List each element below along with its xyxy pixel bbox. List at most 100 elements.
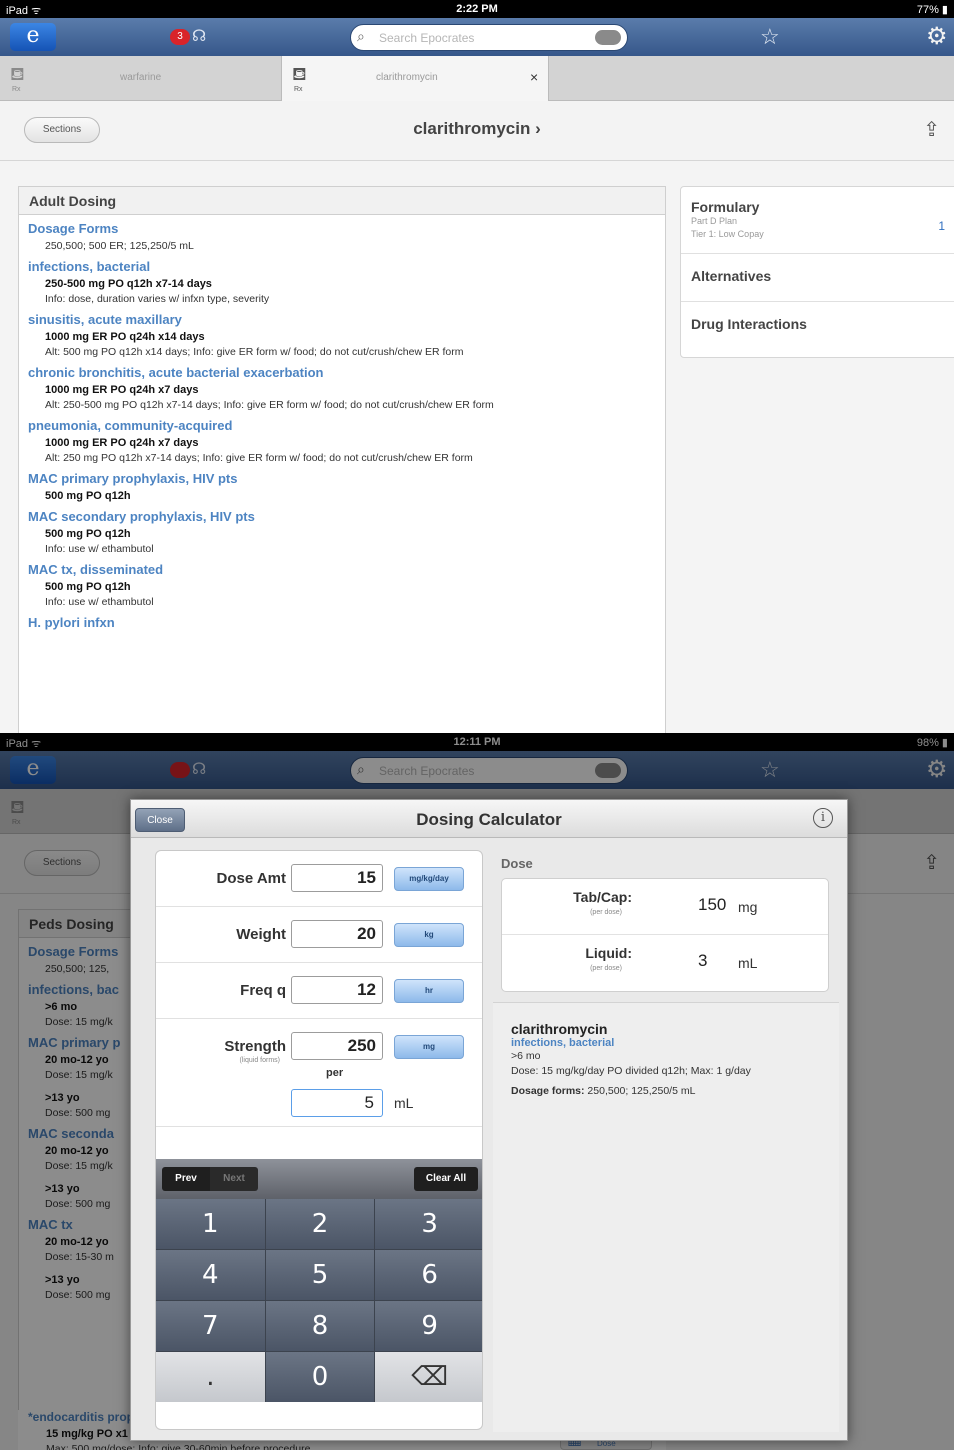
dosing-list: Dosage Forms 250,500; 500 ER; 125,250/5 … <box>19 215 665 641</box>
key-7[interactable]: 7 <box>156 1301 265 1351</box>
strength-unit-button[interactable]: mg <box>394 1035 464 1059</box>
pill-bottle-icon: ⛾ <box>292 64 307 84</box>
summary-drug-name: clarithromycin <box>511 1021 608 1037</box>
formulary-row[interactable]: Formulary Part D Plan Tier 1: Low Copay … <box>681 187 954 254</box>
key-decimal[interactable]: . <box>156 1352 265 1402</box>
indication-heading[interactable]: Dosage Forms <box>28 221 656 236</box>
share-icon[interactable]: ⇪ <box>923 117 940 142</box>
adult-dosing-panel: Adult Dosing Dosage Forms 250,500; 500 E… <box>18 186 666 733</box>
indication-heading[interactable]: H. pylori infxn <box>28 615 656 630</box>
dose-info: Alt: 250 mg PO q12h x7-14 days; Info: gi… <box>45 452 473 464</box>
dose-amount-row: Dose Amt 15 mg/kg/day <box>156 851 482 907</box>
close-tab-icon[interactable]: × <box>530 69 538 85</box>
formulary-tier: Tier 1: Low Copay <box>691 229 764 239</box>
dose-unit-button[interactable]: mg/kg/day <box>394 867 464 891</box>
key-3[interactable]: 3 <box>375 1199 482 1249</box>
calculator-inputs: Dose Amt 15 mg/kg/day Weight 20 kg Freq … <box>155 850 483 1430</box>
liquid-volume-field[interactable]: 5 <box>291 1089 383 1117</box>
list-item: sinusitis, acute maxillary 1000 mg ER PO… <box>28 312 656 360</box>
liquid-volume-unit: mL <box>394 1095 414 1111</box>
notifications-button[interactable]: 3 ☊ <box>170 26 218 48</box>
liquid-sublabel: (per dose) <box>590 965 622 972</box>
tab-cap-sublabel: (per dose) <box>590 909 622 916</box>
frequency-unit-button[interactable]: hr <box>394 979 464 1003</box>
dose-info: Info: dose, duration varies w/ infxn typ… <box>45 293 270 305</box>
liquid-value: 3 <box>698 951 708 970</box>
strength-sublabel: (liquid forms) <box>239 1057 280 1064</box>
tab-label: warfarine <box>120 72 162 83</box>
dose-info: Alt: 250-500 mg PO q12h x7-14 days; Info… <box>45 399 494 411</box>
drug-title[interactable]: clarithromycin › <box>0 119 954 139</box>
tab-rx-label: Rx <box>12 86 21 93</box>
dose-line: 500 mg PO q12h <box>45 528 131 540</box>
search-input[interactable]: ⌕ Search Epocrates <box>350 24 628 51</box>
prev-button[interactable]: Prev <box>162 1167 210 1191</box>
modal-title: Dosing Calculator <box>416 810 562 829</box>
indication-heading[interactable]: MAC primary prophylaxis, HIV pts <box>28 471 656 486</box>
key-4[interactable]: 4 <box>156 1250 265 1300</box>
battery-indicator: 77% ▮ <box>916 4 948 16</box>
dosing-summary: clarithromycin infections, bacterial >6 … <box>493 1002 839 1432</box>
weight-unit-button[interactable]: kg <box>394 923 464 947</box>
screenshot-dosing-calculator: iPad ᯤ 12:11 PM 98% ▮ e ☊ ⌕ Search Epocr… <box>0 733 954 1450</box>
list-item: MAC primary prophylaxis, HIV pts 500 mg … <box>28 471 656 504</box>
dose-results-box: Tab/Cap: (per dose) 150 mg Liquid: (per … <box>501 878 829 992</box>
favorite-star-icon[interactable]: ☆ <box>760 24 780 50</box>
alternatives-row[interactable]: Alternatives <box>681 254 954 302</box>
indication-heading[interactable]: pneumonia, community-acquired <box>28 418 656 433</box>
panel-title: Adult Dosing <box>19 187 665 215</box>
frequency-field[interactable]: 12 <box>291 976 383 1004</box>
summary-dose: Dose: 15 mg/kg/day PO divided q12h; Max:… <box>511 1065 751 1077</box>
next-button[interactable]: Next <box>210 1167 258 1191</box>
tab-bar: ⛾ Rx warfarine ⛾ Rx clarithromycin × <box>0 56 954 101</box>
key-2[interactable]: 2 <box>265 1199 375 1249</box>
indication-heading[interactable]: sinusitis, acute maxillary <box>28 312 656 327</box>
liquid-label: Liquid: <box>585 945 632 961</box>
weight-field[interactable]: 20 <box>291 920 383 948</box>
tab-cap-dose-row: Tab/Cap: (per dose) 150 mg <box>502 879 828 935</box>
key-1[interactable]: 1 <box>156 1199 265 1249</box>
tab-label: clarithromycin <box>376 72 438 83</box>
key-0[interactable]: 0 <box>265 1352 375 1402</box>
tab-clarithromycin[interactable]: ⛾ Rx clarithromycin × <box>281 56 549 101</box>
search-icon: ⌕ <box>357 28 365 44</box>
dosage-forms-label: Dosage forms: <box>511 1085 585 1097</box>
dose-amount-field[interactable]: 15 <box>291 864 383 892</box>
app-logo-button[interactable]: e <box>10 23 56 51</box>
tab-cap-value: 150 <box>698 895 727 914</box>
tab-warfarine[interactable]: ⛾ Rx warfarine <box>0 56 280 101</box>
dose-line: 500 mg PO q12h <box>45 581 131 593</box>
key-6[interactable]: 6 <box>375 1250 482 1300</box>
indication-heading[interactable]: MAC tx, disseminated <box>28 562 656 577</box>
calculator-results: Dose Tab/Cap: (per dose) 150 mg Liquid: … <box>493 850 839 1432</box>
alternatives-label: Alternatives <box>691 268 772 284</box>
indication-heading[interactable]: infections, bacterial <box>28 259 656 274</box>
key-5[interactable]: 5 <box>265 1250 375 1300</box>
strength-field[interactable]: 250 <box>291 1032 383 1060</box>
settings-gear-icon[interactable]: ⚙ <box>926 22 948 51</box>
key-9[interactable]: 9 <box>375 1301 482 1351</box>
dose-line: 1000 mg ER PO q24h x14 days <box>45 331 205 343</box>
title-row: Sections clarithromycin › ⇪ <box>0 101 954 161</box>
backspace-icon[interactable]: ⌫ <box>375 1352 482 1402</box>
formulary-plan: Part D Plan <box>691 216 738 226</box>
indication-heading[interactable]: chronic bronchitis, acute bacterial exac… <box>28 365 656 380</box>
tab-cap-unit: mg <box>738 899 758 915</box>
weight-row: Weight 20 kg <box>156 907 482 963</box>
per-label: per <box>326 1067 344 1079</box>
dose-info: Info: use w/ ethambutol <box>45 543 154 555</box>
indication-heading[interactable]: MAC secondary prophylaxis, HIV pts <box>28 509 656 524</box>
drug-interactions-row[interactable]: Drug Interactions <box>681 302 954 350</box>
list-item: MAC tx, disseminated 500 mg PO q12h Info… <box>28 562 656 610</box>
info-icon[interactable]: i <box>813 808 833 828</box>
weight-label: Weight <box>236 926 286 943</box>
dose-info: Info: use w/ ethambutol <box>45 596 154 608</box>
key-8[interactable]: 8 <box>265 1301 375 1351</box>
search-placeholder: Search Epocrates <box>379 31 475 45</box>
clear-all-button[interactable]: Clear All <box>414 1167 478 1191</box>
dose-info: Alt: 500 mg PO q12h x14 days; Info: give… <box>45 346 464 358</box>
list-item: pneumonia, community-acquired 1000 mg ER… <box>28 418 656 466</box>
summary-indication: infections, bacterial <box>511 1037 615 1049</box>
pill-bottle-icon: ⛾ <box>10 64 25 84</box>
barcode-scan-button[interactable] <box>595 30 621 45</box>
